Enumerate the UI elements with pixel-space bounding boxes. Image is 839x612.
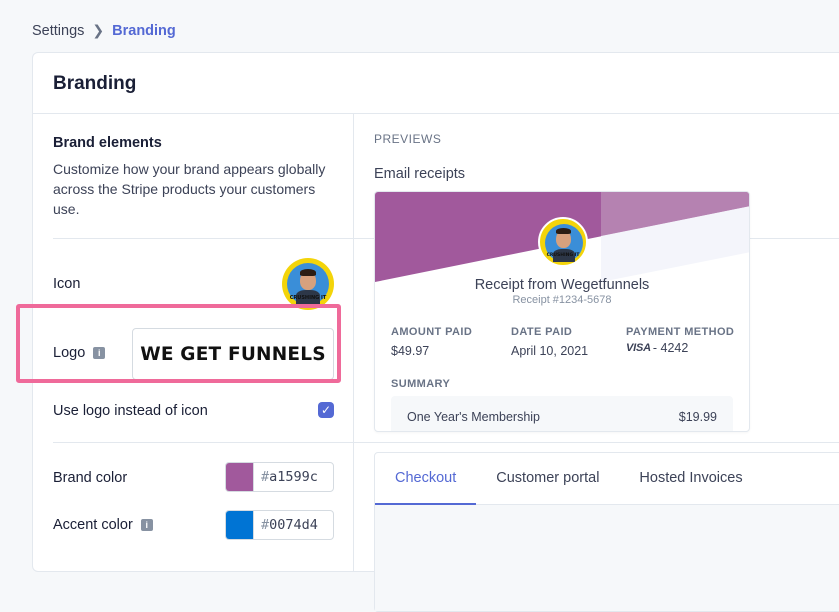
previews-label: PREVIEWS [374, 132, 442, 146]
branding-card: Branding Brand elements Customize how yo… [32, 52, 839, 612]
accent-color-hex[interactable]: #0074d4 [253, 511, 318, 539]
payment-method-label: PAYMENT METHOD [626, 326, 735, 338]
logo-label: Logo [53, 345, 86, 361]
brand-elements-description: Customize how your brand appears globall… [53, 161, 326, 217]
avatar-tag: CRUSHING IT [546, 253, 580, 258]
checkmark-icon: ✓ [320, 403, 332, 417]
card-last4: - 4242 [652, 341, 689, 355]
avatar-hair [300, 269, 316, 276]
breadcrumb: Settings ❯ Branding [32, 22, 176, 39]
breadcrumb-settings-link[interactable]: Settings [32, 23, 84, 39]
icon-label-row: Icon [53, 276, 80, 292]
breadcrumb-current: Branding [112, 22, 176, 39]
date-paid-label: DATE PAID [511, 326, 573, 338]
use-logo-checkbox[interactable]: ✓ [318, 402, 334, 418]
tab-customer-portal[interactable]: Customer portal [476, 453, 619, 505]
brand-color-label: Brand color [53, 470, 128, 486]
brand-color-swatch[interactable] [226, 463, 253, 491]
receipt-number: Receipt #1234-5678 [512, 294, 612, 306]
preview-tabs: Checkout Customer portal Hosted Invoices [375, 453, 839, 505]
chevron-right-icon: ❯ [92, 22, 105, 38]
tab-checkout[interactable]: Checkout [375, 453, 477, 505]
amount-paid-value: $49.97 [391, 344, 430, 358]
logo-upload[interactable]: WE GET FUNNELS [132, 328, 334, 380]
logo-label-row: Logo i [53, 345, 106, 361]
tab-hosted-invoices[interactable]: Hosted Invoices [619, 453, 762, 505]
icon-label: Icon [53, 276, 81, 292]
accent-color-input[interactable]: #0074d4 [225, 510, 334, 540]
summary-amount: $19.99 [678, 410, 717, 424]
avatar-hair [556, 228, 571, 234]
avatar-tag: CRUSHING IT [289, 295, 327, 301]
email-receipt-preview: CRUSHING IT Receipt from Wegetfunnels Re… [374, 191, 750, 432]
date-paid-value: April 10, 2021 [511, 344, 589, 358]
amount-paid-label: AMOUNT PAID [391, 326, 473, 338]
logo-image: WE GET FUNNELS [140, 343, 326, 365]
page-title: Branding [53, 73, 137, 94]
brand-color-input[interactable]: #a1599c [225, 462, 334, 492]
info-icon[interactable]: i [93, 347, 106, 359]
visa-icon: VISA [626, 342, 651, 354]
brand-icon-avatar[interactable]: CRUSHING IT [282, 258, 334, 310]
preview-tabs-card: Checkout Customer portal Hosted Invoices [374, 452, 839, 612]
use-logo-label: Use logo instead of icon [53, 403, 208, 419]
accent-color-label: Accent color [53, 517, 133, 533]
receipt-title: Receipt from Wegetfunnels [474, 277, 650, 293]
summary-label: SUMMARY [391, 378, 451, 390]
previews-panel: PREVIEWS Email receipts CRUSHING IT Rece… [374, 114, 839, 612]
use-logo-row: Use logo instead of icon [53, 403, 208, 419]
card-header: Branding [33, 53, 839, 114]
payment-method-value: VISA - 4242 [626, 341, 688, 355]
brand-elements-title: Brand elements [53, 135, 162, 151]
summary-row: One Year's Membership $19.99 [391, 396, 733, 431]
summary-item: One Year's Membership [407, 410, 541, 424]
accent-color-swatch[interactable] [226, 511, 253, 539]
receipt-avatar: CRUSHING IT [538, 217, 588, 267]
email-receipts-label: Email receipts [374, 166, 466, 182]
accent-color-row: Accent color i [53, 517, 153, 533]
tab-content [375, 505, 839, 611]
info-icon[interactable]: i [140, 519, 153, 531]
brand-color-row: Brand color [53, 470, 127, 486]
brand-color-hex[interactable]: #a1599c [253, 463, 318, 491]
